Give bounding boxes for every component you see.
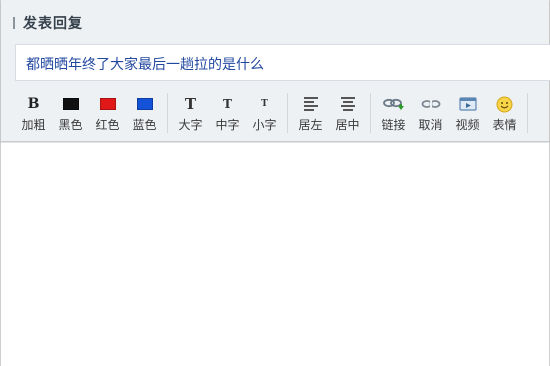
medium-text-label: 中字 — [215, 118, 240, 132]
subject-text[interactable]: 都晒晒年终了大家最后一趟拉的是什么 — [26, 54, 264, 74]
video-icon — [456, 94, 480, 114]
blue-label: 蓝色 — [132, 118, 157, 132]
unlink-label: 取消 — [418, 118, 443, 132]
align-left-label: 居左 — [298, 118, 323, 132]
black-label: 黑色 — [58, 118, 83, 132]
insert-video-button[interactable]: 视频 — [449, 91, 486, 133]
toolbar-divider — [370, 93, 371, 133]
title-marker — [13, 17, 15, 29]
bold-label: 加粗 — [21, 118, 46, 132]
align-left-button[interactable]: 居左 — [292, 91, 329, 133]
toolbar-divider — [287, 93, 288, 133]
link-icon — [382, 94, 406, 114]
editor-toolbar: B 加粗 黑色 红色 蓝色 T 大字 T 中字 T 小字 居左 居中 链接 取消… — [15, 91, 532, 135]
small-text-icon: T — [261, 99, 268, 109]
toolbar-divider — [527, 93, 528, 133]
bold-button[interactable]: B 加粗 — [15, 91, 52, 133]
align-center-icon — [336, 94, 360, 114]
large-text-button[interactable]: T 大字 — [172, 91, 209, 133]
bold-icon: B — [27, 96, 40, 112]
video-label: 视频 — [455, 118, 480, 132]
emoji-label: 表情 — [492, 118, 517, 132]
align-left-icon — [299, 94, 323, 114]
reply-header: 发表回复 都晒晒年终了大家最后一趟拉的是什么 B 加粗 黑色 红色 蓝色 T 大… — [1, 0, 550, 142]
medium-text-button[interactable]: T 中字 — [209, 91, 246, 133]
medium-text-icon: T — [223, 97, 232, 111]
red-swatch — [99, 98, 116, 110]
insert-emoji-button[interactable]: 表情 — [486, 91, 523, 133]
small-text-label: 小字 — [252, 118, 277, 132]
align-center-label: 居中 — [335, 118, 360, 132]
red-color-button[interactable]: 红色 — [89, 91, 126, 133]
title-bar: 发表回复 — [13, 13, 83, 33]
blue-swatch-icon — [133, 94, 157, 114]
black-swatch — [62, 98, 79, 110]
unlink-button[interactable]: 取消 — [412, 91, 449, 133]
large-text-icon: T — [184, 95, 197, 113]
black-color-button[interactable]: 黑色 — [52, 91, 89, 133]
toolbar-divider — [167, 93, 168, 133]
black-swatch-icon — [59, 94, 83, 114]
reply-panel: 发表回复 都晒晒年终了大家最后一趟拉的是什么 B 加粗 黑色 红色 蓝色 T 大… — [0, 0, 550, 366]
unlink-icon — [419, 94, 443, 114]
insert-link-button[interactable]: 链接 — [375, 91, 412, 133]
blue-swatch — [136, 98, 153, 110]
smiley-icon — [493, 94, 517, 114]
page-title: 发表回复 — [23, 16, 83, 32]
subject-field[interactable]: 都晒晒年终了大家最后一趟拉的是什么 — [15, 44, 550, 81]
red-label: 红色 — [95, 118, 120, 132]
reply-editor[interactable] — [1, 143, 549, 366]
small-text-button[interactable]: T 小字 — [246, 91, 283, 133]
blue-color-button[interactable]: 蓝色 — [126, 91, 163, 133]
align-center-button[interactable]: 居中 — [329, 91, 366, 133]
red-swatch-icon — [96, 94, 120, 114]
large-text-label: 大字 — [178, 118, 203, 132]
link-label: 链接 — [381, 118, 406, 132]
